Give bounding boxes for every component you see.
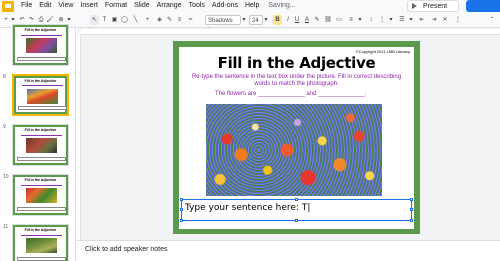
underline-icon[interactable]: U (293, 15, 301, 25)
thumb-photo (26, 38, 57, 53)
menu-add-ons[interactable]: Add-ons (212, 1, 238, 11)
slide-thumbnail[interactable]: Fill in the Adjective (12, 124, 69, 166)
slide-number: 11 (3, 224, 9, 230)
text-box-icon[interactable]: T (100, 15, 109, 25)
thumb-textbox (17, 257, 66, 261)
menu-slide[interactable]: Slide (134, 1, 150, 11)
slides-logo-icon[interactable] (2, 1, 14, 12)
thumb-title: Fill in the Adjective (24, 128, 57, 132)
resize-handle[interactable] (295, 198, 298, 201)
font-dropdown-icon[interactable]: ▾ (241, 15, 247, 25)
thumb-textbox (17, 57, 66, 61)
present-label: Present (423, 2, 448, 10)
new-slide-icon[interactable]: + (2, 15, 10, 25)
more-options-icon[interactable]: ⋮ (454, 15, 462, 25)
resize-handle[interactable] (410, 219, 413, 222)
thumb-textbox (17, 157, 66, 161)
answer-text-box[interactable]: Type your sentence here: T| (180, 198, 413, 222)
insert-comment-icon[interactable]: ▭ (335, 15, 343, 25)
line-spacing-icon[interactable]: ↕ (367, 15, 375, 25)
increase-indent-icon[interactable]: ⇥ (430, 15, 438, 25)
vertical-ruler (77, 35, 81, 240)
thumb-textbox (18, 106, 67, 110)
collapse-toolbar-icon[interactable]: ⌃ (488, 15, 496, 25)
comment-icon[interactable]: + (143, 15, 152, 25)
resize-handle[interactable] (295, 219, 298, 222)
thumb-title: Fill in the Adjective (24, 28, 57, 32)
size-dropdown-icon[interactable]: ▾ (263, 15, 269, 25)
filmstrip: Fill in the Adjective 8 Fill in the Adje… (0, 24, 76, 261)
border-color-icon[interactable]: ✎ (165, 15, 174, 25)
italic-icon[interactable]: I (284, 15, 292, 25)
prompt-sentence[interactable]: The flowers are ______________ and _____… (215, 91, 366, 97)
line-icon[interactable]: ╲ (131, 15, 140, 25)
list-dropdown-icon[interactable]: ▾ (388, 15, 394, 25)
font-size-select[interactable]: 24 (249, 15, 263, 25)
menu-format[interactable]: Format (105, 1, 127, 11)
menu-view[interactable]: View (58, 1, 73, 11)
thumb-photo (26, 238, 57, 253)
menu-edit[interactable]: Edit (39, 1, 51, 11)
present-button[interactable]: Present (407, 0, 459, 12)
menu-insert[interactable]: Insert (80, 1, 98, 11)
thumb-photo (27, 89, 58, 104)
border-weight-icon[interactable]: ≡ (175, 15, 184, 25)
thumb-title: Fill in the Adjective (24, 228, 57, 232)
resize-handle[interactable] (180, 208, 183, 211)
speaker-notes-placeholder[interactable]: Click to add speaker notes (85, 246, 168, 253)
bold-icon[interactable]: B (273, 15, 282, 25)
image-icon[interactable]: ▣ (110, 15, 119, 25)
bulleted-list-icon[interactable]: ☰ (398, 15, 406, 25)
text-color-icon[interactable]: A (303, 15, 311, 25)
horizontal-ruler (81, 29, 500, 35)
link-icon[interactable]: ⛓ (324, 15, 332, 25)
menu-tools[interactable]: Tools (189, 1, 205, 11)
menu-arrange[interactable]: Arrange (157, 1, 182, 11)
resize-handle[interactable] (410, 198, 413, 201)
slide-number: 8 (3, 74, 6, 80)
resize-handle[interactable] (410, 208, 413, 211)
instructions-text[interactable]: Re-type the sentence in the text box und… (189, 74, 404, 88)
clear-formatting-icon[interactable]: ✕ (441, 15, 449, 25)
numbered-list-icon[interactable]: ⋮ (378, 15, 386, 25)
border-dash-icon[interactable]: ┅ (186, 15, 195, 25)
menu-bar: File Edit View Insert Format Slide Arran… (0, 0, 500, 12)
slide-thumbnail[interactable]: Fill in the Adjective (12, 174, 69, 216)
align-dropdown-icon[interactable]: ▾ (357, 15, 363, 25)
thumb-title: Fill in the Adjective (24, 178, 57, 182)
select-cursor-icon[interactable]: ↖ (90, 15, 99, 25)
resize-handle[interactable] (180, 198, 183, 201)
slide-title[interactable]: Fill in the Adjective (179, 54, 414, 72)
resize-handle[interactable] (180, 219, 183, 222)
thumb-photo (26, 138, 57, 153)
shape-icon[interactable]: ◯ (120, 15, 129, 25)
flower-photo[interactable] (206, 104, 382, 196)
speaker-notes[interactable]: Click to add speaker notes (77, 240, 500, 261)
menu: File Edit View Insert Format Slide Arran… (21, 1, 303, 11)
slide-number: 10 (3, 174, 9, 180)
toolbar: + ▾ ↶ ↷ ⎙ 🖌 ⊕ ▾ ↖ T ▣ ◯ ╲ + ◈ ✎ ≡ ┅ Shad… (0, 12, 500, 34)
save-status: Saving... (268, 2, 296, 9)
text-box-content[interactable]: Type your sentence here: T| (185, 203, 310, 213)
decrease-indent-icon[interactable]: ⇤ (418, 15, 426, 25)
font-select[interactable]: Shadows I... (205, 15, 241, 34)
align-icon[interactable]: ≡ (347, 15, 355, 25)
slide-number: 9 (3, 124, 6, 130)
play-icon (412, 3, 417, 9)
thumb-photo (26, 188, 57, 203)
highlight-icon[interactable]: ✎ (313, 15, 321, 25)
thumb-textbox (17, 207, 66, 211)
share-button[interactable] (466, 0, 500, 12)
slide-thumbnail[interactable]: Fill in the Adjective (12, 24, 69, 66)
thumb-title: Fill in the Adjective (24, 79, 57, 83)
bullet-dropdown-icon[interactable]: ▾ (408, 15, 414, 25)
slide-thumbnail-selected[interactable]: Fill in the Adjective (12, 74, 69, 116)
slide-thumbnail[interactable]: Fill in the Adjective (12, 224, 69, 261)
fill-color-icon[interactable]: ◈ (155, 15, 164, 25)
menu-file[interactable]: File (21, 1, 32, 11)
menu-help[interactable]: Help (245, 1, 259, 11)
